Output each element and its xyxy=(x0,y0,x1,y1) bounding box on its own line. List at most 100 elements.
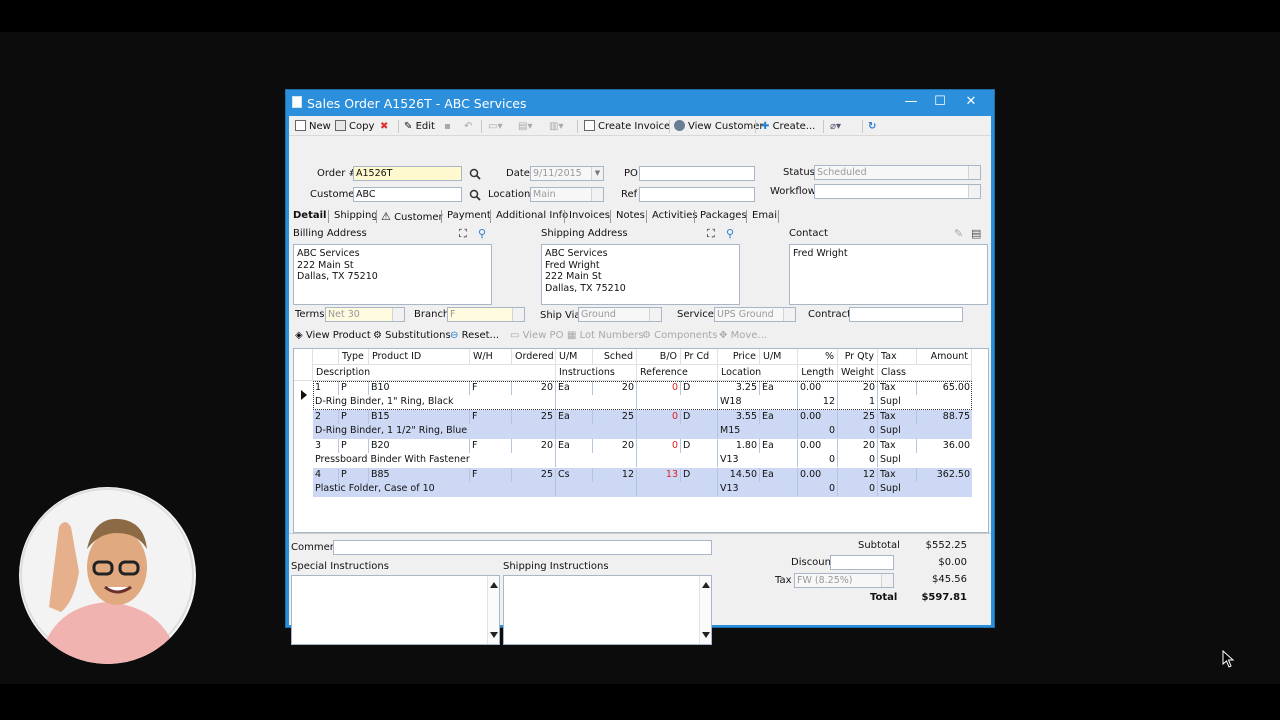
report-icon[interactable]: ▤▾ xyxy=(518,119,532,134)
col-length[interactable]: Length xyxy=(798,365,838,381)
contact-card-icon[interactable]: ▤ xyxy=(971,227,981,240)
col-product-id[interactable]: Product ID xyxy=(369,349,470,365)
scroll-down-icon[interactable] xyxy=(490,632,498,638)
col-reference[interactable]: Reference xyxy=(637,365,718,381)
contact-box[interactable]: Fred Wright xyxy=(789,244,988,305)
ship-via-dropdown-icon[interactable] xyxy=(649,308,661,321)
branch-dropdown-icon[interactable] xyxy=(512,308,524,321)
tab-notes[interactable]: Notes xyxy=(616,210,645,221)
tab-activities[interactable]: Activities xyxy=(652,210,698,221)
scroll-up-icon[interactable] xyxy=(702,582,710,588)
attachment-icon[interactable]: ⌀▾ xyxy=(830,119,841,134)
binoculars-icon[interactable]: ⛶ xyxy=(707,227,715,241)
save-icon[interactable]: ▪ xyxy=(444,119,451,134)
edit-contact-icon[interactable]: ✎ xyxy=(954,227,963,240)
search-icon[interactable] xyxy=(469,168,481,180)
customer-field[interactable]: ABC xyxy=(353,187,462,202)
tab-shipping[interactable]: Shipping xyxy=(334,210,378,221)
close-button[interactable]: ✕ xyxy=(958,93,984,111)
ref-field[interactable] xyxy=(639,187,755,202)
ship-via-field[interactable]: Ground xyxy=(578,307,662,322)
workflow-field[interactable] xyxy=(814,184,981,199)
tax-code-field[interactable]: FW (8.25%) xyxy=(794,573,894,588)
col-instructions[interactable]: Instructions xyxy=(556,365,637,381)
col-class[interactable]: Class xyxy=(878,365,972,381)
contract-field[interactable] xyxy=(849,307,963,322)
col-wh[interactable]: W/H xyxy=(470,349,512,365)
table-row[interactable]: 4 P B85 F 25 Cs 12 13 D 14.50 Ea 0.00 12… xyxy=(313,468,972,497)
title-bar[interactable]: Sales Order A1526T - ABC Services — ☐ ✕ xyxy=(286,90,994,116)
terms-dropdown-icon[interactable] xyxy=(392,308,404,321)
col-bo[interactable]: B/O xyxy=(637,349,681,365)
service-field[interactable]: UPS Ground xyxy=(714,307,796,322)
col-um2[interactable]: U/M xyxy=(760,349,798,365)
move-button[interactable]: ✥ Move... xyxy=(719,328,767,343)
col-um[interactable]: U/M xyxy=(556,349,593,365)
col-type[interactable]: Type xyxy=(339,349,369,365)
col-ordered[interactable]: Ordered xyxy=(512,349,556,365)
view-customer-button[interactable]: View Customer xyxy=(674,119,763,134)
undo-icon[interactable]: ↶ xyxy=(464,119,472,134)
service-dropdown-icon[interactable] xyxy=(783,308,795,321)
scrollbar[interactable] xyxy=(487,576,499,644)
tab-payment[interactable]: Payment xyxy=(447,210,491,221)
location-field[interactable]: Main xyxy=(530,187,604,202)
create-invoice-button[interactable]: Create Invoice xyxy=(584,119,670,134)
special-instructions-field[interactable] xyxy=(291,575,500,645)
col-description[interactable]: Description xyxy=(313,365,556,381)
shipping-instructions-field[interactable] xyxy=(503,575,712,645)
table-row[interactable]: 3 P B20 F 20 Ea 20 0 D 1.80 Ea 0.00 20 T… xyxy=(313,439,972,468)
col-pct[interactable]: % xyxy=(798,349,838,365)
new-button[interactable]: New xyxy=(295,119,331,134)
tab-detail[interactable]: Detail xyxy=(293,210,326,221)
tax-dropdown-icon[interactable] xyxy=(881,574,893,587)
maximize-button[interactable]: ☐ xyxy=(927,93,953,111)
comment-field[interactable] xyxy=(333,540,712,555)
edit-button[interactable]: ✎ Edit xyxy=(404,119,435,134)
po-field[interactable] xyxy=(639,166,755,181)
table-row[interactable]: 2 P B15 F 25 Ea 25 0 D 3.55 Ea 0.00 25 T… xyxy=(313,410,972,439)
order-number-field[interactable]: A1526T xyxy=(353,166,462,181)
tab-packages[interactable]: Packages xyxy=(700,210,747,221)
col-weight[interactable]: Weight xyxy=(838,365,878,381)
scroll-up-icon[interactable] xyxy=(490,582,498,588)
branch-field[interactable]: F xyxy=(447,307,525,322)
export-icon[interactable]: ▥▾ xyxy=(549,119,563,134)
view-product-button[interactable]: ◈ View Product xyxy=(295,328,371,343)
print-icon[interactable]: ▭▾ xyxy=(488,119,502,134)
lot-numbers-button[interactable]: ▦ Lot Numbers xyxy=(567,328,644,343)
minimize-button[interactable]: — xyxy=(898,93,924,111)
refresh-icon[interactable]: ↻ xyxy=(868,119,876,134)
search-icon[interactable] xyxy=(469,189,481,201)
substitutions-button[interactable]: ⚙ Substitutions xyxy=(373,328,451,343)
col-prcd[interactable]: Pr Cd xyxy=(681,349,718,365)
view-po-button[interactable]: ▭ View PO xyxy=(510,328,563,343)
date-field[interactable]: 9/11/2015 ▼ xyxy=(530,166,604,181)
delete-icon[interactable]: ✖ xyxy=(380,119,388,134)
calendar-dropdown-icon[interactable]: ▼ xyxy=(591,167,603,180)
map-pin-icon[interactable]: ⚲ xyxy=(478,227,486,240)
col-amount[interactable]: Amount xyxy=(917,349,972,365)
col-price[interactable]: Price xyxy=(718,349,760,365)
col-tax[interactable]: Tax xyxy=(878,349,917,365)
terms-field[interactable]: Net 30 xyxy=(325,307,405,322)
tab-additional-info[interactable]: Additional Info xyxy=(496,210,568,221)
scrollbar[interactable] xyxy=(699,576,711,644)
copy-button[interactable]: Copy xyxy=(335,119,374,134)
create-menu-button[interactable]: ✚ Create... xyxy=(761,119,815,134)
col-location[interactable]: Location xyxy=(718,365,798,381)
components-button[interactable]: ⚙ Components xyxy=(642,328,717,343)
tab-invoices[interactable]: Invoices xyxy=(569,210,610,221)
billing-address-box[interactable]: ABC Services 222 Main St Dallas, TX 7521… xyxy=(293,244,492,305)
col-sched[interactable]: Sched xyxy=(593,349,637,365)
tab-email[interactable]: Email xyxy=(752,210,780,221)
location-dropdown-icon[interactable] xyxy=(591,188,603,201)
discount-field[interactable] xyxy=(830,555,894,570)
status-dropdown-icon[interactable] xyxy=(968,166,980,179)
tab-customer[interactable]: ⚠ Customer xyxy=(381,210,443,223)
scroll-down-icon[interactable] xyxy=(702,632,710,638)
workflow-dropdown-icon[interactable] xyxy=(968,185,980,198)
col-prqty[interactable]: Pr Qty xyxy=(838,349,878,365)
binoculars-icon[interactable]: ⛶ xyxy=(459,227,467,241)
reset-button[interactable]: ⊖ Reset... xyxy=(450,328,499,343)
